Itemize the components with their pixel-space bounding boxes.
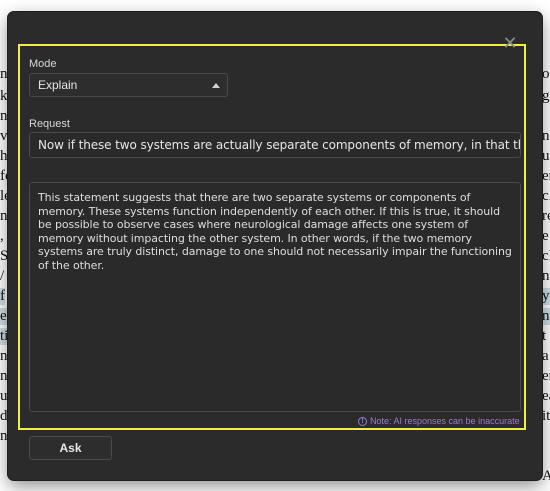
bg-text-fragment-left: n [0,428,8,444]
bg-text-fragment-right: it [542,408,550,424]
bg-text-fragment-left: , [0,228,4,244]
ai-disclaimer-note: ! Note: AI responses can be inaccurate [358,416,520,426]
mode-select[interactable]: Explain [29,73,228,97]
bg-text-fragment-left: n [0,108,8,124]
request-label: Request [29,118,70,130]
bg-text-fragment-left: n [0,208,8,224]
close-icon[interactable]: ✕ [502,35,518,53]
request-input[interactable]: Now if these two systems are actually se… [29,132,521,158]
caret-up-icon [212,83,220,88]
mode-select-value: Explain [38,78,78,92]
bg-text-fragment-left: f [0,288,5,305]
bg-text-fragment-right: o [542,66,550,82]
bg-text-fragment-left: n [0,368,8,384]
bg-text-fragment-left: n [0,348,8,364]
bg-text-fragment-right: er [542,168,550,184]
bg-text-fragment-right: ns [542,128,550,144]
bg-text-fragment-right: c. [542,188,550,204]
mode-label: Mode [29,58,57,70]
bg-text-fragment-right: y [542,288,550,305]
bg-text-fragment-right: cl [542,248,550,264]
ai-explain-dialog: ✕ Mode Explain Request Now if these two … [8,12,542,480]
bg-text-fragment-left: e [0,308,7,325]
ask-button[interactable]: Ask [29,436,112,460]
response-text-area[interactable]: This statement suggests that there are t… [29,182,521,412]
bg-text-fragment-left: u [0,388,8,404]
bg-text-fragment-right: nt [542,268,550,284]
bg-text-fragment-left: d [0,408,8,424]
bg-text-fragment-right: e [542,228,549,244]
bg-text-fragment-right: g [542,88,550,104]
bg-text-fragment-right: ea [542,388,550,404]
info-icon: ! [358,416,367,426]
bg-text-fragment-left: / [0,268,5,284]
bg-text-fragment-right: t [542,328,547,344]
bg-text-fragment-left: h [0,148,8,164]
bg-text-fragment-right: er [542,368,550,384]
bg-text-fragment-right: a [542,348,549,364]
ai-disclaimer-text: Note: AI responses can be inaccurate [370,416,520,426]
bg-text-fragment-right: uc [542,148,550,164]
bg-text-fragment-right: re [542,208,550,224]
bg-text-fragment-right: n [542,308,550,325]
